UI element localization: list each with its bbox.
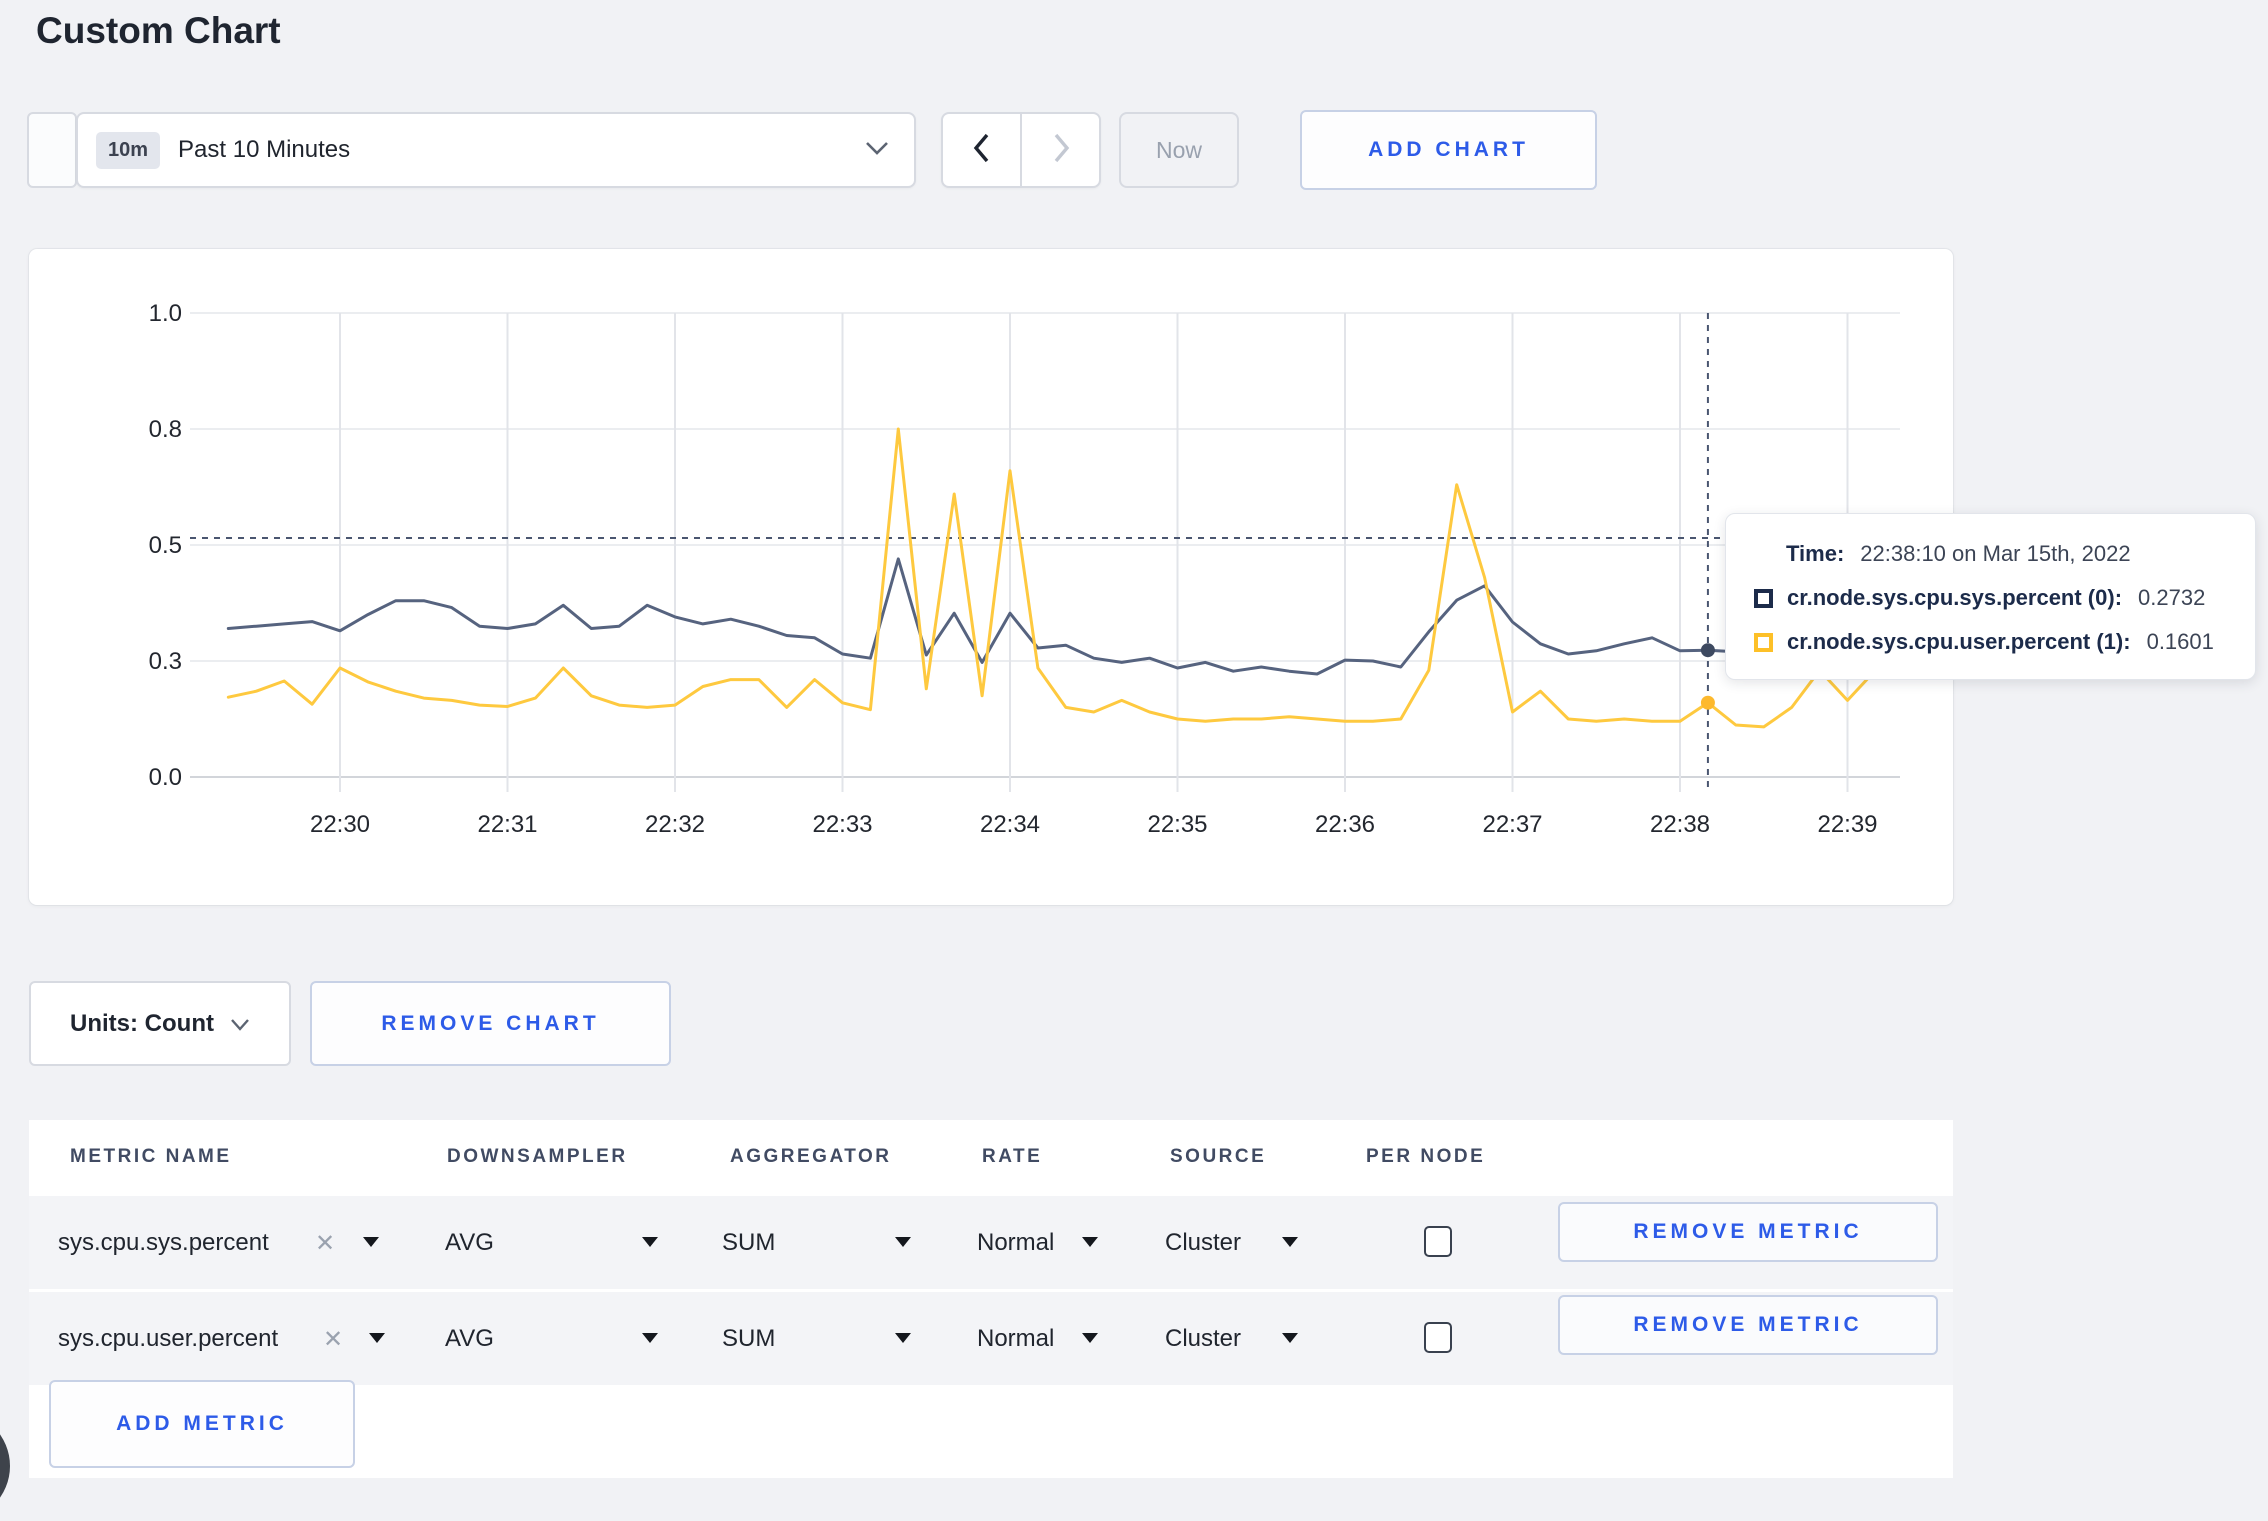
rate-select[interactable]: Normal: [977, 1325, 1054, 1353]
tooltip-metric-value: 0.1601: [2146, 629, 2214, 654]
page-title: Custom Chart: [36, 10, 281, 51]
svg-text:22:37: 22:37: [1482, 811, 1542, 838]
aggregator-caret-icon[interactable]: [895, 1237, 911, 1247]
source-caret-icon[interactable]: [1282, 1333, 1298, 1343]
rate-caret-icon[interactable]: [1082, 1333, 1098, 1343]
svg-text:22:34: 22:34: [980, 811, 1040, 838]
svg-text:0.3: 0.3: [149, 648, 182, 675]
prev-range-button[interactable]: [943, 114, 1020, 186]
rate-caret-icon[interactable]: [1082, 1237, 1098, 1247]
svg-text:22:35: 22:35: [1147, 811, 1207, 838]
add-chart-button[interactable]: ADD CHART: [1300, 110, 1597, 190]
next-range-button[interactable]: [1020, 114, 1099, 186]
col-header-metric-name: METRIC NAME: [70, 1146, 232, 1167]
source-caret-icon[interactable]: [1282, 1237, 1298, 1247]
col-header-per-node: PER NODE: [1366, 1146, 1486, 1167]
svg-text:22:36: 22:36: [1315, 811, 1375, 838]
chevron-right-icon: [1049, 131, 1073, 170]
metric-caret-icon[interactable]: [363, 1237, 379, 1247]
remove-metric-button[interactable]: REMOVE METRIC: [1558, 1202, 1938, 1262]
col-header-source: SOURCE: [1170, 1146, 1267, 1167]
source-select[interactable]: Cluster: [1165, 1325, 1241, 1353]
tooltip-time-label: Time:: [1786, 541, 1845, 566]
timeseries-chart[interactable]: 0.0 0.3 0.5 0.8 1.0 22:30 22:31 22:32 22:33 22:34…: [29, 249, 1953, 905]
downsampler-select[interactable]: AVG: [445, 1229, 494, 1257]
units-label: Units: Count: [70, 1009, 214, 1037]
add-metric-button[interactable]: ADD METRIC: [49, 1380, 355, 1468]
rate-select[interactable]: Normal: [977, 1229, 1054, 1257]
time-range-badge: 10m: [96, 131, 161, 169]
metric-caret-icon[interactable]: [369, 1333, 385, 1343]
col-header-aggregator: AGGREGATOR: [730, 1146, 892, 1167]
series-swatch-user: [1754, 632, 1773, 652]
svg-text:22:39: 22:39: [1817, 811, 1877, 838]
svg-text:22:31: 22:31: [477, 811, 537, 838]
svg-text:22:33: 22:33: [812, 811, 872, 838]
time-range-label: Past 10 Minutes: [178, 136, 351, 163]
downsampler-caret-icon[interactable]: [642, 1237, 658, 1247]
svg-text:22:38: 22:38: [1650, 811, 1710, 838]
chevron-left-icon: [970, 131, 994, 170]
svg-text:1.0: 1.0: [149, 300, 182, 327]
time-range-dropdown[interactable]: 10m Past 10 Minutes: [76, 112, 916, 188]
time-step-control: [941, 112, 1101, 188]
downsampler-caret-icon[interactable]: [642, 1333, 658, 1343]
downsampler-select[interactable]: AVG: [445, 1325, 494, 1353]
chat-widget-icon[interactable]: [0, 1411, 10, 1521]
aggregator-caret-icon[interactable]: [895, 1333, 911, 1343]
units-dropdown[interactable]: Units: Count: [29, 981, 291, 1066]
clear-metric-icon[interactable]: ✕: [315, 1229, 335, 1258]
tooltip-metric-value: 0.2732: [2138, 585, 2206, 610]
svg-text:0.0: 0.0: [149, 764, 182, 791]
metric-name-value[interactable]: sys.cpu.user.percent: [58, 1325, 278, 1353]
per-node-checkbox[interactable]: [1424, 1226, 1452, 1257]
chevron-down-icon: [230, 1010, 250, 1038]
svg-text:22:32: 22:32: [645, 811, 705, 838]
col-header-rate: RATE: [982, 1146, 1043, 1167]
chart-hover-tooltip: Time: 22:38:10 on Mar 15th, 2022 cr.node…: [1725, 513, 2256, 680]
col-header-downsampler: DOWNSAMPLER: [447, 1146, 628, 1167]
aggregator-select[interactable]: SUM: [722, 1325, 775, 1353]
source-select[interactable]: Cluster: [1165, 1229, 1241, 1257]
chevron-down-icon: [864, 140, 890, 161]
toolbar-left-strip: [27, 112, 77, 188]
svg-text:0.5: 0.5: [149, 532, 182, 559]
remove-chart-button[interactable]: REMOVE CHART: [310, 981, 671, 1066]
now-button[interactable]: Now: [1119, 112, 1239, 188]
clear-metric-icon[interactable]: ✕: [323, 1325, 343, 1354]
remove-metric-button[interactable]: REMOVE METRIC: [1558, 1295, 1938, 1355]
svg-text:0.8: 0.8: [149, 416, 182, 443]
aggregator-select[interactable]: SUM: [722, 1229, 775, 1257]
per-node-checkbox[interactable]: [1424, 1322, 1452, 1353]
series-swatch-sys: [1754, 588, 1773, 608]
metric-name-value[interactable]: sys.cpu.sys.percent: [58, 1229, 269, 1257]
svg-text:22:30: 22:30: [310, 811, 370, 838]
tooltip-time-value: 22:38:10 on Mar 15th, 2022: [1860, 541, 2131, 566]
tooltip-metric-name: cr.node.sys.cpu.user.percent (1):: [1787, 629, 2131, 654]
tooltip-metric-name: cr.node.sys.cpu.sys.percent (0):: [1787, 585, 2123, 610]
